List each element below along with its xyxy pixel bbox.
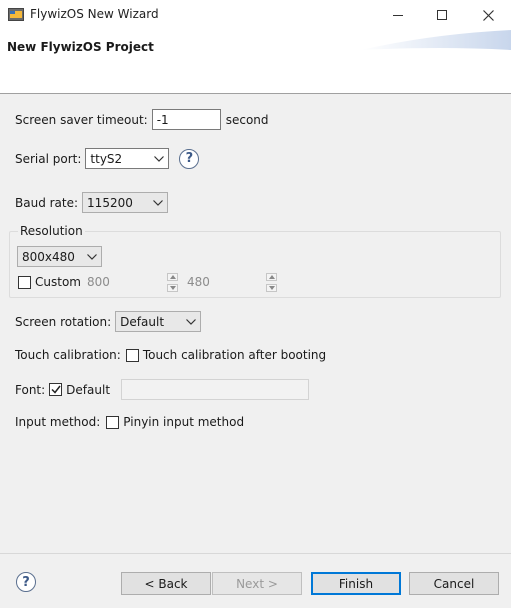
font-default-checkbox[interactable] bbox=[49, 383, 63, 396]
wizard-content: Screen saver timeout: -1 second Serial p… bbox=[0, 95, 511, 553]
font-row: Font: Default bbox=[15, 379, 310, 400]
custom-width-spinner[interactable] bbox=[167, 273, 178, 292]
spin-up-icon[interactable] bbox=[266, 273, 277, 281]
resolution-value: 800x480 bbox=[22, 249, 75, 264]
wizard-footer: ? < Back Next > Finish Cancel bbox=[0, 553, 511, 608]
font-path-input[interactable] bbox=[121, 379, 310, 400]
baud-rate-label: Baud rate: bbox=[15, 195, 79, 210]
title-bar: FlywizOS New Wizard bbox=[0, 0, 511, 30]
chevron-down-icon bbox=[153, 199, 163, 206]
custom-height-spinner[interactable] bbox=[266, 273, 277, 292]
screen-rotation-select[interactable]: Default bbox=[115, 311, 202, 332]
serial-port-label: Serial port: bbox=[15, 151, 82, 166]
touch-calibration-row: Touch calibration: Touch calibration aft… bbox=[15, 348, 326, 362]
custom-height-value: 480 bbox=[187, 275, 210, 289]
chevron-down-icon bbox=[154, 155, 165, 162]
baud-rate-select[interactable]: 115200 bbox=[82, 192, 169, 213]
screen-rotation-value: Default bbox=[120, 314, 165, 329]
page-title: New FlywizOS Project bbox=[7, 40, 154, 54]
pinyin-checkbox[interactable] bbox=[106, 415, 120, 429]
serial-port-value: ttyS2 bbox=[90, 151, 123, 166]
chevron-down-icon bbox=[186, 318, 197, 325]
flywizos-app-icon bbox=[8, 8, 24, 21]
screen-saver-value: -1 bbox=[156, 112, 169, 127]
maximize-button[interactable] bbox=[419, 0, 465, 30]
resolution-group-label: Resolution bbox=[18, 224, 85, 238]
screen-saver-input[interactable]: -1 bbox=[151, 109, 221, 130]
input-method-label: Input method: bbox=[15, 415, 101, 429]
font-label: Font: bbox=[15, 382, 46, 397]
touch-calibration-option: Touch calibration after booting bbox=[142, 348, 327, 362]
input-method-row: Input method: Pinyin input method bbox=[15, 415, 244, 429]
baud-rate-value: 115200 bbox=[87, 195, 133, 210]
resolution-group: Resolution 800x480 Custom 800 480 bbox=[9, 224, 501, 298]
screen-rotation-label: Screen rotation: bbox=[15, 314, 112, 329]
touch-calibration-label: Touch calibration: bbox=[15, 348, 121, 362]
finish-button[interactable]: Finish bbox=[311, 572, 401, 595]
custom-checkbox[interactable] bbox=[18, 275, 31, 289]
chevron-down-icon bbox=[87, 253, 97, 260]
spin-down-icon[interactable] bbox=[167, 284, 178, 292]
minimize-icon bbox=[393, 14, 403, 16]
window-title: FlywizOS New Wizard bbox=[30, 7, 159, 21]
screen-saver-unit: second bbox=[225, 112, 269, 127]
back-button[interactable]: < Back bbox=[121, 572, 211, 595]
font-default-label: Default bbox=[66, 382, 111, 397]
minimize-button[interactable] bbox=[375, 0, 421, 30]
banner-graphic bbox=[361, 30, 511, 50]
pinyin-option: Pinyin input method bbox=[123, 415, 245, 429]
baud-rate-row: Baud rate: 115200 bbox=[15, 192, 169, 213]
touch-calibration-checkbox[interactable] bbox=[125, 348, 139, 362]
spin-down-icon[interactable] bbox=[266, 284, 277, 292]
serial-port-help-icon[interactable]: ? bbox=[179, 148, 200, 169]
serial-port-select[interactable]: ttyS2 bbox=[85, 148, 170, 169]
custom-resolution-row: Custom bbox=[18, 275, 81, 289]
custom-label: Custom bbox=[35, 275, 81, 289]
screen-saver-label: Screen saver timeout: bbox=[15, 112, 148, 127]
resolution-select[interactable]: 800x480 bbox=[17, 246, 102, 267]
spin-up-icon[interactable] bbox=[167, 273, 178, 281]
close-button[interactable] bbox=[465, 0, 511, 30]
screen-saver-row: Screen saver timeout: -1 second bbox=[15, 109, 269, 130]
help-icon[interactable]: ? bbox=[16, 572, 36, 592]
checkmark-icon bbox=[51, 385, 61, 394]
serial-port-row: Serial port: ttyS2 ? bbox=[15, 148, 200, 169]
wizard-banner: New FlywizOS Project bbox=[0, 30, 511, 94]
cancel-button[interactable]: Cancel bbox=[409, 572, 499, 595]
next-button[interactable]: Next > bbox=[212, 572, 302, 595]
screen-rotation-row: Screen rotation: Default bbox=[15, 311, 202, 332]
custom-width-value: 800 bbox=[87, 275, 110, 289]
maximize-icon bbox=[437, 10, 447, 20]
close-icon bbox=[482, 9, 494, 21]
